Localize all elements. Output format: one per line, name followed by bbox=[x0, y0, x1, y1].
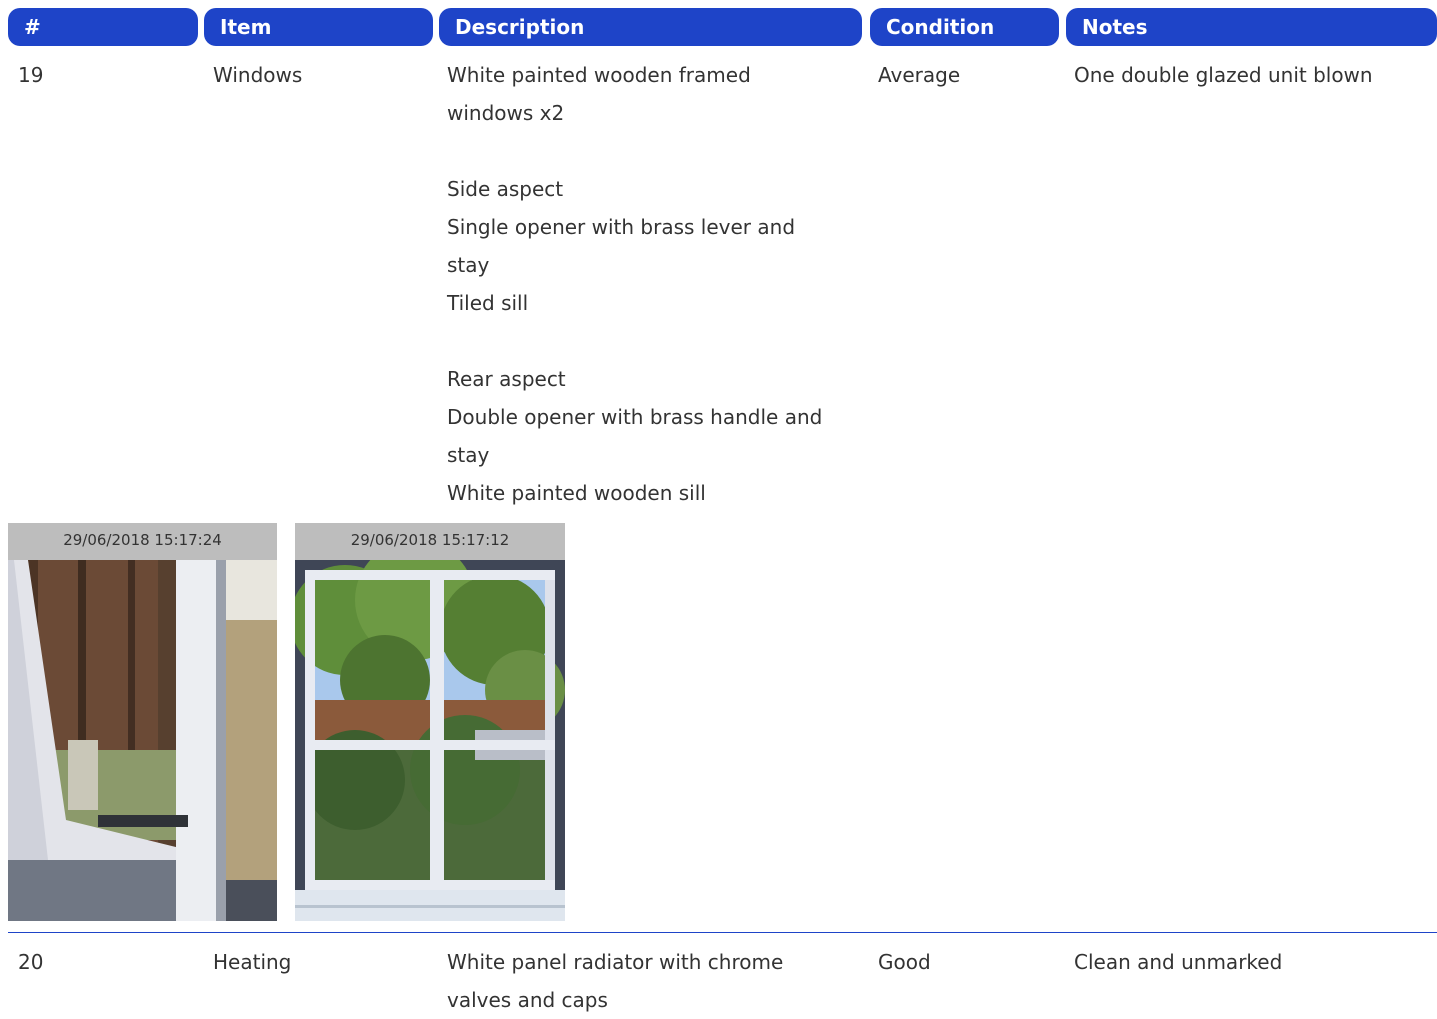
description-line bbox=[447, 322, 822, 360]
header-condition: Condition bbox=[870, 8, 1059, 46]
description-line: White painted wooden sill bbox=[447, 481, 706, 505]
row-condition: Average bbox=[878, 63, 961, 87]
photo-image bbox=[8, 560, 277, 921]
description-line: stay bbox=[447, 253, 490, 277]
row-description: White painted wooden framed windows x2 S… bbox=[447, 56, 822, 512]
row-item: Windows bbox=[213, 63, 303, 87]
description-line: windows x2 bbox=[447, 101, 565, 125]
description-line: White panel radiator with chrome bbox=[447, 950, 784, 974]
description-line: valves and caps bbox=[447, 988, 608, 1012]
description-line: Rear aspect bbox=[447, 367, 566, 391]
description-line: Double opener with brass handle and bbox=[447, 405, 823, 429]
row-number: 19 bbox=[18, 63, 44, 87]
photo-thumbnail[interactable]: 29/06/2018 15:17:12 bbox=[295, 523, 565, 921]
row-notes: Clean and unmarked bbox=[1074, 950, 1283, 974]
row-divider bbox=[8, 932, 1437, 933]
photo-timestamp: 29/06/2018 15:17:24 bbox=[8, 523, 277, 560]
header-description: Description bbox=[439, 8, 862, 46]
header-notes: Notes bbox=[1066, 8, 1437, 46]
header-number-label: # bbox=[24, 15, 41, 39]
header-description-label: Description bbox=[455, 15, 585, 39]
row-condition: Good bbox=[878, 950, 931, 974]
row-notes: One double glazed unit blown bbox=[1074, 63, 1373, 87]
photo-timestamp: 29/06/2018 15:17:12 bbox=[295, 523, 565, 560]
header-item: Item bbox=[204, 8, 433, 46]
description-line bbox=[447, 132, 822, 170]
description-line: Single opener with brass lever and bbox=[447, 215, 796, 239]
header-condition-label: Condition bbox=[886, 15, 995, 39]
header-number: # bbox=[8, 8, 198, 46]
description-line: stay bbox=[447, 443, 490, 467]
photo-image bbox=[295, 560, 565, 921]
header-notes-label: Notes bbox=[1082, 15, 1148, 39]
description-line: Side aspect bbox=[447, 177, 564, 201]
header-item-label: Item bbox=[220, 15, 272, 39]
row-description: White panel radiator with chrome valves … bbox=[447, 943, 783, 1019]
row-item: Heating bbox=[213, 950, 292, 974]
description-line: Tiled sill bbox=[447, 291, 529, 315]
photo-thumbnail[interactable]: 29/06/2018 15:17:24 bbox=[8, 523, 277, 921]
row-number: 20 bbox=[18, 950, 44, 974]
description-line: White painted wooden framed bbox=[447, 63, 751, 87]
